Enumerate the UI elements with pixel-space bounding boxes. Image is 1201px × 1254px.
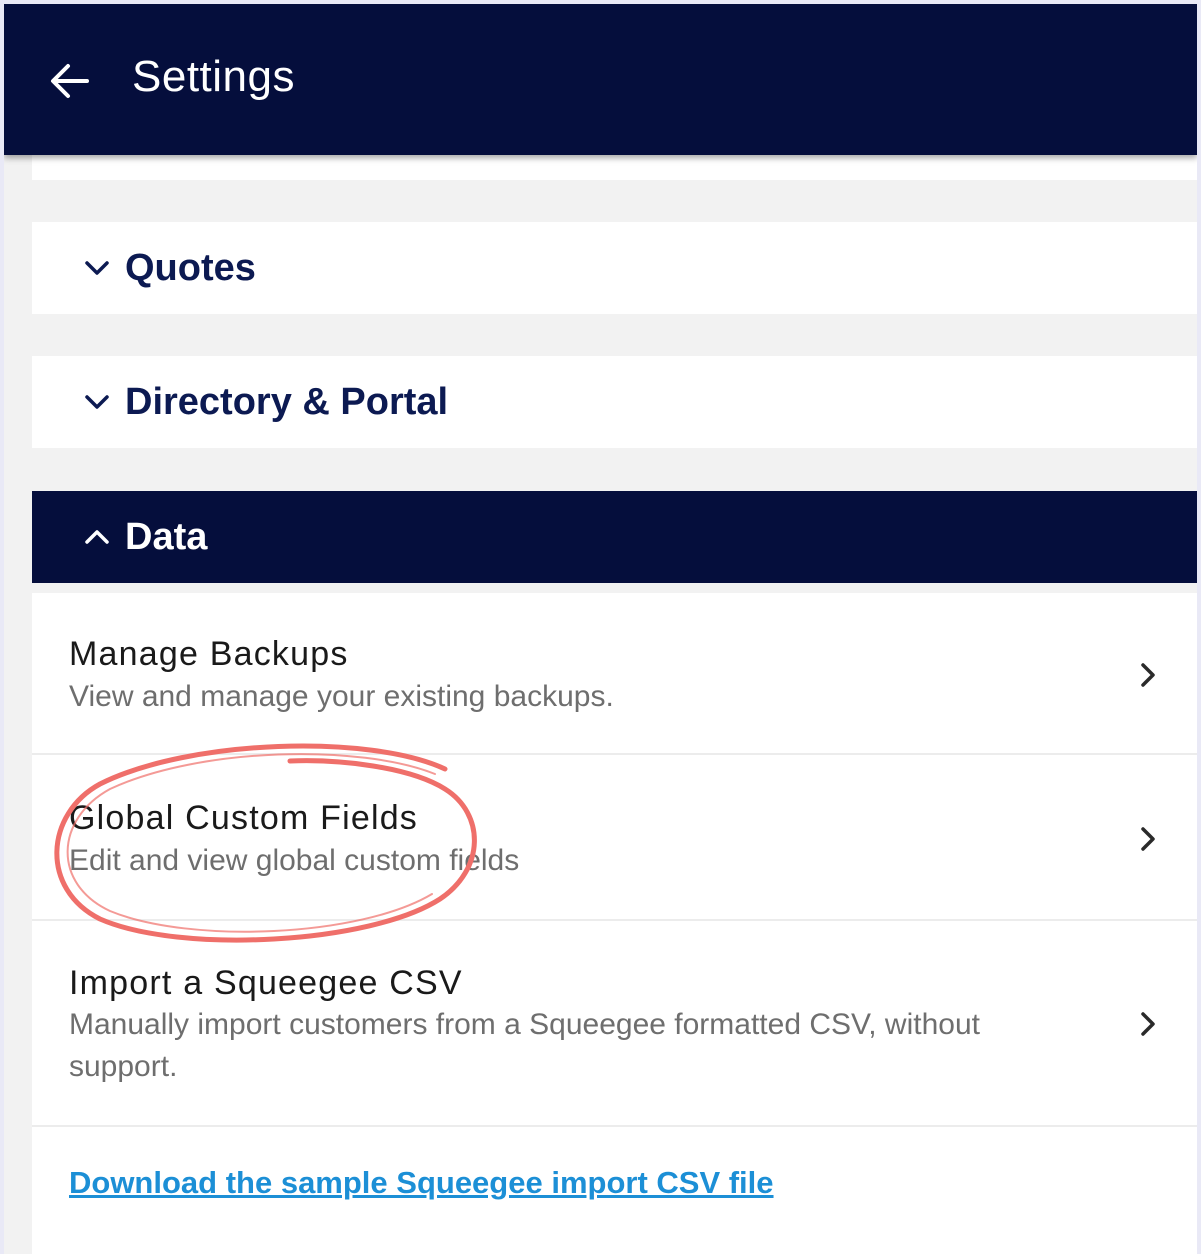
panel-label: Directory & Portal [125,380,449,423]
chevron-up-icon [82,522,112,552]
chevron-down-icon [82,387,112,417]
panel-label: Data [125,515,208,558]
settings-screen: Settings Quotes Directory & Portal Data … [4,4,1197,1254]
chevron-right-icon [1133,660,1163,690]
arrow-left-icon [51,64,89,98]
item-title: Import a Squeegee CSV [69,964,463,1002]
list-item-global-custom-fields[interactable]: Global Custom Fields Edit and view globa… [32,757,1197,921]
panel-quotes[interactable]: Quotes [32,222,1197,314]
item-title: Global Custom Fields [69,799,419,837]
panel-label: Quotes [125,246,256,289]
panel-directory-portal[interactable]: Directory & Portal [32,356,1197,448]
back-button[interactable] [44,56,94,106]
list-item-manage-backups[interactable]: Manage Backups View and manage your exis… [32,593,1197,755]
collapsed-panel-remnant [32,155,1197,180]
chevron-right-icon [1133,824,1163,854]
panel-data[interactable]: Data [32,491,1197,583]
chevron-right-icon [1133,1009,1163,1039]
item-title: Manage Backups [69,635,349,673]
item-description: View and manage your existing backups. [69,680,614,713]
page-title: Settings [132,52,295,101]
app-bar: Settings [4,4,1197,155]
download-sample-csv-link[interactable]: Download the sample Squeegee import CSV … [69,1165,774,1201]
item-description: Manually import customers from a Squeege… [69,1008,980,1083]
chevron-down-icon [82,253,112,283]
item-description: Edit and view global custom fields [69,844,520,877]
list-item-import-csv[interactable]: Import a Squeegee CSV Manually import cu… [32,923,1197,1127]
data-settings-list: Manage Backups View and manage your exis… [32,593,1197,1254]
